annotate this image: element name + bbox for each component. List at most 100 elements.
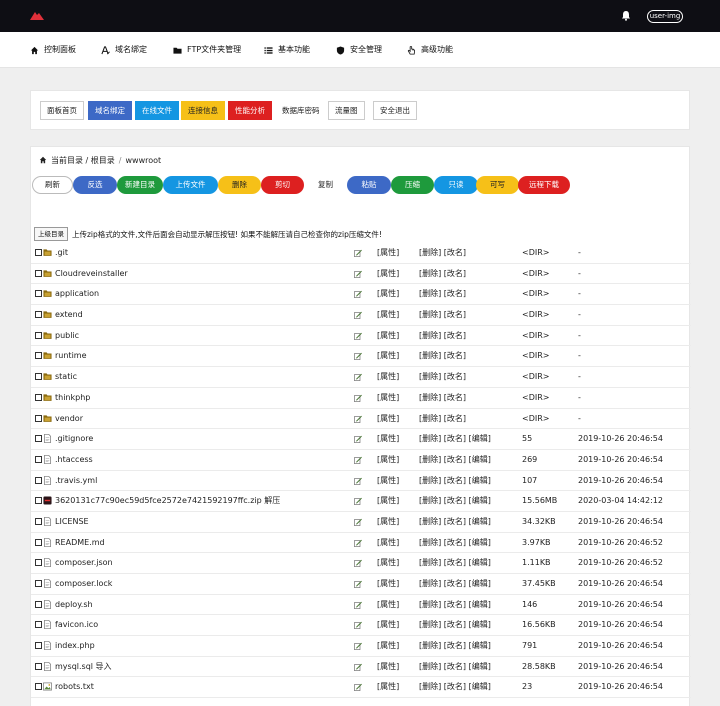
row-checkbox[interactable] (35, 290, 42, 298)
properties-link[interactable]: [属性] (377, 409, 399, 429)
nav-item-ftp[interactable]: FTP文件夹管理 (173, 32, 241, 68)
table-row[interactable]: .gitignore [属性] [删除] [改名] [编辑] 55 2019-10-26… (31, 429, 691, 450)
read-only-button[interactable]: 只读 (434, 176, 478, 194)
row-actions-links[interactable]: [删除] [改名] [编辑] (419, 636, 491, 656)
properties-link[interactable]: [属性] (377, 615, 399, 635)
properties-link[interactable]: [属性] (377, 677, 399, 697)
row-actions-links[interactable]: [删除] [改名] [编辑] (419, 657, 491, 677)
row-actions-links[interactable]: [删除] [改名] [编辑] (419, 450, 491, 470)
logout-button[interactable]: 安全退出 (373, 101, 417, 120)
row-checkbox[interactable] (35, 497, 42, 505)
table-row[interactable]: public [属性] [删除] [改名] <DIR> - (31, 326, 691, 347)
file-name-link[interactable]: composer.lock (55, 574, 112, 594)
properties-link[interactable]: [属性] (377, 512, 399, 532)
table-row[interactable]: .travis.yml [属性] [删除] [改名] [编辑] 107 2019-10-… (31, 471, 691, 492)
file-name-link[interactable]: static (55, 367, 77, 387)
performance-analysis-button[interactable]: 性能分析 (228, 101, 272, 120)
file-name-link[interactable]: .git (55, 243, 68, 263)
file-name-link[interactable]: vendor (55, 409, 83, 429)
domain-binding-button[interactable]: 域名绑定 (88, 101, 132, 120)
row-checkbox[interactable] (35, 331, 42, 339)
row-checkbox[interactable] (35, 311, 42, 319)
paste-button[interactable]: 粘贴 (347, 176, 391, 194)
nav-item-domain-binding[interactable]: 域名绑定 (101, 32, 147, 68)
row-checkbox[interactable] (35, 435, 42, 443)
row-checkbox[interactable] (35, 269, 42, 277)
new-folder-button[interactable]: 新建目录 (117, 176, 163, 194)
traffic-chart-button[interactable]: 流量图 (328, 101, 365, 120)
logo-icon[interactable] (30, 11, 44, 20)
row-checkbox[interactable] (35, 538, 42, 546)
row-actions-links[interactable]: [删除] [改名] [编辑] (419, 512, 491, 532)
user-avatar[interactable]: user-img (647, 10, 683, 23)
properties-link[interactable]: [属性] (377, 264, 399, 284)
edit-pencil-icon[interactable] (354, 332, 362, 340)
table-row[interactable]: favicon.ico [属性] [删除] [改名] [编辑] 16.56KB 2019… (31, 615, 691, 637)
cut-button[interactable]: 剪切 (261, 176, 304, 194)
copy-button[interactable]: 复制 (304, 176, 347, 194)
database-password-button[interactable]: 数据库密码 (275, 101, 327, 120)
panel-home-button[interactable]: 面板首页 (40, 101, 84, 120)
properties-link[interactable]: [属性] (377, 553, 399, 573)
properties-link[interactable]: [属性] (377, 574, 399, 594)
edit-pencil-icon[interactable] (354, 663, 362, 671)
table-row[interactable]: static [属性] [删除] [改名] <DIR> - (31, 367, 691, 388)
file-name-link[interactable]: .htaccess (55, 450, 93, 470)
table-row[interactable]: vendor [属性] [删除] [改名] <DIR> - (31, 409, 691, 430)
file-name-link[interactable]: runtime (55, 346, 87, 366)
row-checkbox[interactable] (35, 249, 42, 256)
row-actions-links[interactable]: [删除] [改名] (419, 346, 466, 366)
file-name-link[interactable]: composer.json (55, 553, 113, 573)
properties-link[interactable]: [属性] (377, 284, 399, 304)
row-actions-links[interactable]: [删除] [改名] (419, 367, 466, 387)
properties-link[interactable]: [属性] (377, 533, 399, 553)
table-row[interactable]: application [属性] [删除] [改名] <DIR> - (31, 284, 691, 306)
row-checkbox[interactable] (35, 393, 42, 401)
connection-info-button[interactable]: 连接信息 (181, 101, 225, 120)
refresh-button[interactable]: 刷新 (32, 176, 73, 194)
edit-pencil-icon[interactable] (354, 518, 362, 526)
properties-link[interactable]: [属性] (377, 305, 399, 325)
file-name-link[interactable]: public (55, 326, 79, 346)
writable-button[interactable]: 可写 (476, 176, 519, 194)
table-row[interactable]: 3620131c77c90ec59d5fce2572e7421592197ffc… (31, 491, 691, 512)
table-row[interactable]: Cloudreveinstaller [属性] [删除] [改名] <DIR> - (31, 264, 691, 285)
file-name-link[interactable]: favicon.ico (55, 615, 98, 635)
row-actions-links[interactable]: [删除] [改名] [编辑] (419, 429, 491, 449)
row-actions-links[interactable]: [删除] [改名] [编辑] (419, 615, 491, 635)
row-checkbox[interactable] (35, 455, 42, 463)
row-checkbox[interactable] (35, 559, 42, 567)
edit-pencil-icon[interactable] (354, 249, 362, 257)
row-checkbox[interactable] (35, 662, 42, 670)
edit-pencil-icon[interactable] (354, 311, 362, 319)
row-actions-links[interactable]: [删除] [改名] [编辑] (419, 553, 491, 573)
table-row[interactable]: robots.txt [属性] [删除] [改名] [编辑] 23 2019-10-26… (31, 677, 691, 699)
edit-pencil-icon[interactable] (354, 290, 362, 299)
row-checkbox[interactable] (35, 373, 42, 381)
row-actions-links[interactable]: [删除] [改名] (419, 243, 466, 263)
edit-pencil-icon[interactable] (354, 394, 362, 402)
table-row[interactable]: LICENSE [属性] [删除] [改名] [编辑] 34.32KB 2019-10-… (31, 512, 691, 533)
row-checkbox[interactable] (35, 476, 42, 484)
breadcrumb-current[interactable]: 当前目录 / 根目录 (51, 155, 115, 166)
edit-pencil-icon[interactable] (354, 435, 362, 444)
row-checkbox[interactable] (35, 414, 42, 422)
edit-pencil-icon[interactable] (354, 580, 362, 588)
table-row[interactable]: composer.json [属性] [删除] [改名] [编辑] 1.11KB 201… (31, 553, 691, 574)
table-row[interactable]: composer.lock [属性] [删除] [改名] [编辑] 37.45KB 20… (31, 574, 691, 595)
row-actions-links[interactable]: [删除] [改名] [编辑] (419, 471, 491, 491)
file-name-link[interactable]: application (55, 284, 99, 304)
properties-link[interactable]: [属性] (377, 450, 399, 470)
table-row[interactable]: deploy.sh [属性] [删除] [改名] [编辑] 146 2019-10-26… (31, 595, 691, 616)
properties-link[interactable]: [属性] (377, 636, 399, 656)
row-actions-links[interactable]: [删除] [改名] [编辑] (419, 574, 491, 594)
row-actions-links[interactable]: [删除] [改名] (419, 388, 466, 408)
row-checkbox[interactable] (35, 600, 42, 608)
upload-file-button[interactable]: 上传文件 (163, 176, 218, 194)
properties-link[interactable]: [属性] (377, 367, 399, 387)
row-actions-links[interactable]: [删除] [改名] (419, 264, 466, 284)
row-actions-links[interactable]: [删除] [改名] (419, 326, 466, 346)
file-name-link[interactable]: index.php (55, 636, 95, 656)
properties-link[interactable]: [属性] (377, 346, 399, 366)
file-name-link[interactable]: .travis.yml (55, 471, 97, 491)
